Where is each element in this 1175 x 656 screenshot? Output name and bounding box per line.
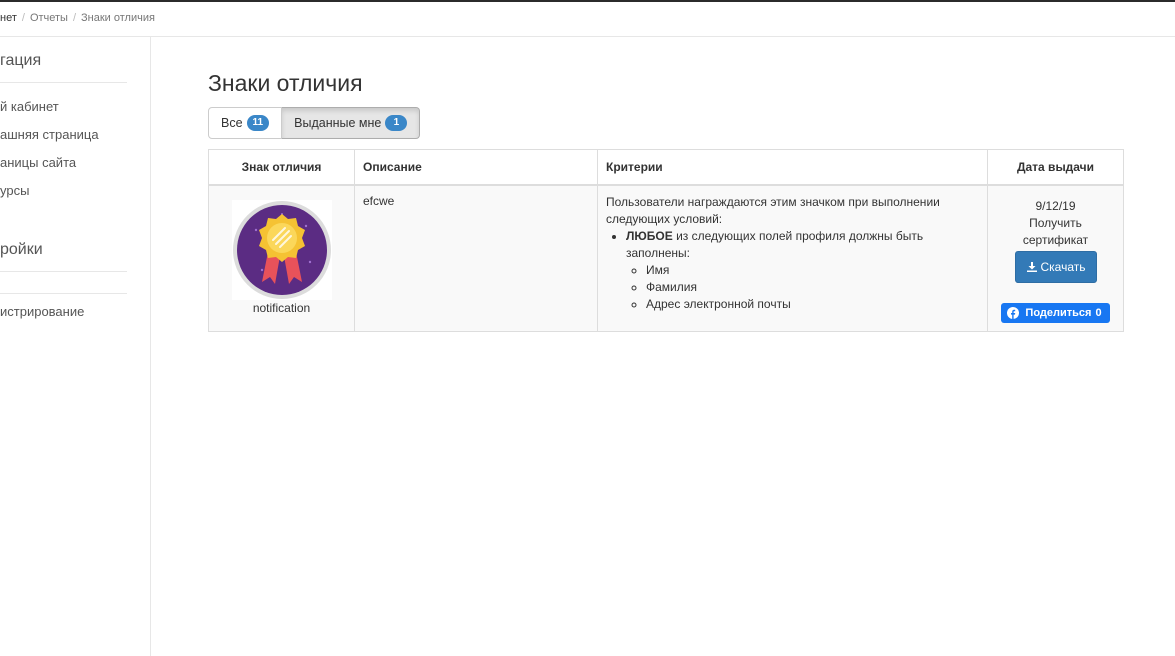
table-header-row: Знак отличия Описание Критерии Дата выда… [208,149,1124,186]
sidebar-heading-navigation[interactable]: гация [0,52,41,70]
download-icon [1026,262,1037,272]
sidebar-heading-settings[interactable]: ройки [0,241,43,259]
filter-issued-label: Выданные мне [294,116,382,130]
share-count: 0 [1095,307,1102,319]
column-header-badge: Знак отличия [208,149,355,186]
criteria-field: Фамилия [646,279,979,296]
filter-all-button[interactable]: Все 11 [208,107,283,139]
criteria-any-keyword: ЛЮБОЕ [626,229,673,243]
count-badge: 11 [246,115,270,131]
criteria-list: ЛЮБОЕ из следующих полей профиля должны … [606,228,979,313]
issue-date: 9/12/19 [1035,199,1076,213]
facebook-share-button[interactable]: Поделиться 0 [1001,303,1110,323]
breadcrumb-separator: / [72,12,77,24]
column-header-criteria: Критерии [597,149,988,186]
badge-filter-group: Все 11 Выданные мне 1 [208,107,421,139]
sidebar-divider [0,293,127,294]
criteria-field: Имя [646,262,979,279]
breadcrumb-item-cabinet[interactable]: нет [0,12,17,24]
criteria-text: Пользователи награждаются этим значком п… [606,194,979,313]
column-header-date: Дата выдачи [987,149,1124,186]
sidebar-item-site-pages[interactable]: аницы сайта [0,155,76,170]
filter-all-label: Все [221,116,243,130]
breadcrumb-item-badges: Знаки отличия [81,12,155,24]
download-button-label: Скачать [1040,260,1086,274]
date-cell: 9/12/19 Получить сертификат Скачать Поде… [987,184,1124,332]
top-bar-line [0,0,1175,2]
certificate-label: Получить сертификат [1022,216,1089,247]
breadcrumb-separator: / [21,12,25,24]
breadcrumb-item-reports[interactable]: Отчеты [30,12,68,24]
count-badge: 1 [385,115,408,131]
table-row: notification efcwe Пользователи награжда… [208,184,1124,332]
sidebar-divider [0,82,127,83]
sidebar-item-home[interactable]: ашняя страница [0,127,99,142]
breadcrumb: нет / Отчеты / Знаки отличия [0,12,155,28]
column-header-description: Описание [354,149,598,186]
share-label: Поделиться [1025,307,1092,319]
criteria-intro: Пользователи награждаются этим значком п… [606,195,940,226]
badge-name[interactable]: notification [217,301,346,315]
header-divider [0,36,1175,37]
sidebar-item-cabinet[interactable]: й кабинет [0,99,59,114]
medal-icon[interactable] [231,200,332,300]
facebook-icon [1007,307,1020,319]
badge-cell: notification [208,184,355,332]
sidebar-item-administration[interactable]: истрирование [0,304,84,319]
sidebar-item-courses[interactable]: урсы [0,183,29,198]
sidebar-divider [0,271,127,272]
badge-description: efcwe [363,194,395,208]
page-title: Знаки отличия [208,70,363,96]
sidebar: гация й кабинет ашняя страница аницы сай… [0,37,151,656]
filter-issued-to-me-button[interactable]: Выданные мне 1 [282,107,421,139]
criteria-cell: Пользователи награждаются этим значком п… [597,184,988,332]
description-cell: efcwe [354,184,598,332]
badges-table: Знак отличия Описание Критерии Дата выда… [208,149,1124,332]
criteria-item: ЛЮБОЕ из следующих полей профиля должны … [626,228,979,313]
criteria-fields-list: Имя Фамилия Адрес электронной почты [626,262,979,313]
criteria-field: Адрес электронной почты [646,296,979,313]
download-certificate-button[interactable]: Скачать [1014,251,1097,283]
